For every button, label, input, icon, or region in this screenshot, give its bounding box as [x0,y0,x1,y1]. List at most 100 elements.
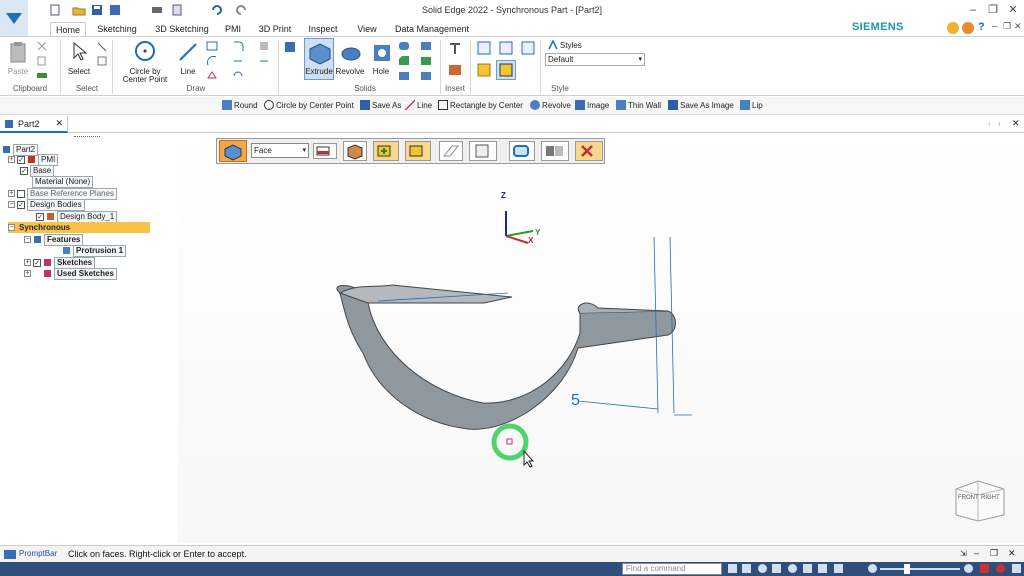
view-cube-right-label[interactable]: RIGHT [981,495,1000,501]
hole-icon[interactable] [372,42,392,66]
view-orient-icon[interactable] [818,564,827,573]
zoom-out-icon[interactable] [868,564,877,573]
part-body-icon[interactable] [283,40,297,56]
save-icon[interactable] [90,3,104,17]
view-cube-3-icon[interactable] [520,40,536,58]
select-filter-icon[interactable] [96,55,108,69]
pattern-icon[interactable] [420,55,432,69]
save-all-icon[interactable] [108,3,122,17]
splitter-grip[interactable] [74,136,100,139]
plane-button[interactable] [439,141,463,161]
revolve-label[interactable]: Revolve [334,67,366,76]
tab-scroll-right-icon[interactable]: › [998,119,1001,128]
close-tab-icon[interactable]: ✕ [56,118,64,129]
redo-icon[interactable] [234,3,248,17]
add-button[interactable] [373,141,399,161]
tree-node-design-bodies[interactable]: − ✓ Design Bodies [8,198,85,211]
promptbar-close-icon[interactable]: ✕ [1008,548,1016,559]
dimension-value[interactable]: 5 [571,392,580,410]
promptbar-minimize-icon[interactable]: – [974,548,979,558]
polygon-icon[interactable] [206,70,218,84]
arrow-icon[interactable] [728,564,737,573]
select-label[interactable]: Select [64,67,94,76]
line-icon[interactable] [178,42,198,64]
tree-node-synchronous[interactable]: − Synchronous [8,222,150,233]
close-icon[interactable]: ✕ [1004,2,1022,18]
mdi-minimize-icon[interactable]: – [992,21,998,32]
tab-inspect[interactable]: Inspect [306,22,340,37]
cmd-rectangle-center[interactable]: Rectangle by Center [438,100,523,110]
dimension-icon[interactable] [258,55,270,69]
checkbox-icon[interactable]: ✓ [17,200,25,209]
split-button[interactable] [469,141,497,161]
collapse-icon[interactable]: − [24,236,31,243]
expand-icon[interactable]: + [24,259,31,266]
checkbox-icon[interactable]: ✓ [17,155,25,164]
line-label[interactable]: Line [174,67,202,76]
promptbar-label[interactable]: PromptBar [19,549,57,558]
outline-button[interactable] [509,141,535,161]
draft-icon[interactable] [398,70,410,84]
frown-icon[interactable] [962,22,974,34]
expand-icon[interactable]: + [8,190,15,197]
tree-node-protrusion[interactable]: Protrusion 1 [62,244,127,257]
arc-icon[interactable] [206,55,218,69]
cmd-thin-wall[interactable]: Thin Wall [616,100,661,110]
format-painter-icon[interactable] [36,70,48,84]
mdi-close-icon[interactable]: ✕ [1014,21,1022,32]
expand-icon[interactable]: + [8,156,15,163]
body-filter-button[interactable] [343,141,367,161]
text-profile-icon[interactable] [448,42,462,58]
tree-node-pmi[interactable]: + ✓ PMI [8,153,59,166]
rotate-icon[interactable] [803,564,812,573]
chamfer-icon[interactable] [398,55,410,69]
fillet-icon[interactable] [232,40,244,54]
display-button[interactable] [541,141,569,161]
insert-image-icon[interactable] [448,63,462,79]
restore-icon[interactable]: ❐ [984,2,1002,18]
cmd-save-as[interactable]: Save As [360,100,401,110]
tab-scroll-left-icon[interactable]: ‹ [988,119,991,128]
tab-pmi[interactable]: PMI [220,22,246,37]
new-icon[interactable] [48,3,62,17]
style-select[interactable]: Default ▾ [545,53,645,66]
tab-3d-print[interactable]: 3D Print [256,22,294,37]
tab-home[interactable]: Home [50,22,86,37]
hole-label[interactable]: Hole [368,67,394,76]
view-cube-1-icon[interactable] [476,40,492,58]
document-tab-part2[interactable]: Part2 ✕ [0,116,68,133]
close-document-icon[interactable]: ✕ [1012,118,1020,129]
cmd-image[interactable]: Image [575,100,609,110]
checkbox-icon[interactable]: ✓ [20,166,28,175]
cut-icon[interactable] [36,40,48,54]
app-menu-button[interactable] [0,0,28,36]
shaded-view-icon[interactable] [476,62,492,80]
view-cube-front-label[interactable]: FRONT [958,495,979,501]
cmd-revolve[interactable]: Revolve [530,100,571,110]
cmd-round[interactable]: Round [222,100,258,110]
thin-wall-icon[interactable] [420,40,432,54]
tree-node-ref-planes[interactable]: + Base Reference Planes [8,187,118,200]
find-command-input[interactable]: Find a command [622,563,722,575]
tree-node-used-sketches[interactable]: + Used Sketches [24,267,117,280]
quickbar-mode-button[interactable] [219,140,247,162]
print-icon[interactable] [150,3,164,17]
promptbar-restore-icon[interactable]: ❐ [990,548,998,559]
tab-sketching[interactable]: Sketching [92,22,142,37]
checkbox-icon[interactable] [17,189,25,198]
zoom-slider-thumb[interactable] [904,564,910,574]
tab-view[interactable]: View [354,22,380,37]
cmd-lip[interactable]: Lip [740,100,763,110]
view-cube-2-icon[interactable] [498,40,514,58]
select-tools-icon[interactable] [96,41,108,55]
face-select-dropdown[interactable]: Face ▾ [251,143,309,158]
shaded-edges-button[interactable] [496,60,516,80]
tree-node-features[interactable]: − Features [24,233,84,246]
paste-icon[interactable] [8,41,28,67]
cancel-button[interactable] [575,141,603,161]
rectangle-icon[interactable] [206,40,218,54]
cmd-line[interactable]: Line [405,100,432,110]
mirror-feature-icon[interactable] [420,70,432,84]
open-icon[interactable] [72,3,86,17]
mdi-restore-icon[interactable]: ❐ [1003,21,1011,32]
